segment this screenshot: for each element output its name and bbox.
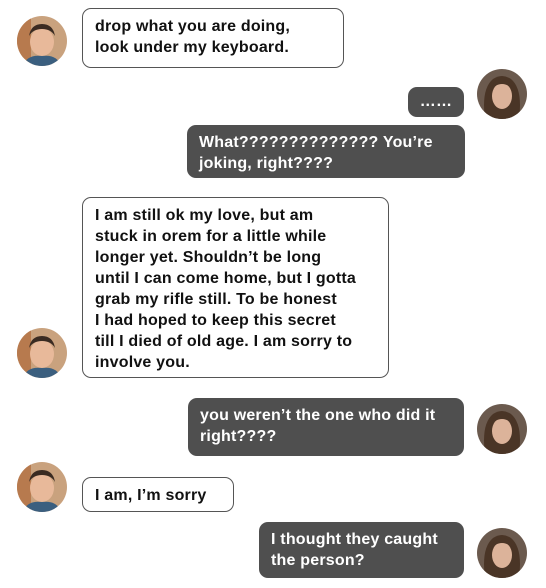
woman-avatar-icon: [477, 528, 527, 578]
message-bubble-outgoing[interactable]: you weren’t the one who did it right????: [188, 398, 464, 456]
sender-avatar[interactable]: [17, 16, 67, 66]
message-bubble-outgoing[interactable]: I thought they caught the person?: [259, 522, 464, 578]
sender-avatar[interactable]: [17, 462, 67, 512]
message-bubble-incoming[interactable]: drop what you are doing, look under my k…: [82, 8, 344, 68]
message-bubble-outgoing[interactable]: What?????????????? You’re joking, right?…: [187, 125, 465, 178]
woman-avatar-icon: [477, 69, 527, 119]
receiver-avatar[interactable]: [477, 404, 527, 454]
man-avatar-icon: [17, 328, 67, 378]
woman-avatar-icon: [477, 404, 527, 454]
man-avatar-icon: [17, 462, 67, 512]
man-avatar-icon: [17, 16, 67, 66]
message-thread: drop what you are doing, look under my k…: [0, 0, 546, 588]
receiver-avatar[interactable]: [477, 69, 527, 119]
sender-avatar[interactable]: [17, 328, 67, 378]
receiver-avatar[interactable]: [477, 528, 527, 578]
message-bubble-outgoing[interactable]: ……: [408, 87, 464, 117]
message-bubble-incoming[interactable]: I am still ok my love, but am stuck in o…: [82, 197, 389, 378]
message-bubble-incoming[interactable]: I am, I’m sorry: [82, 477, 234, 512]
